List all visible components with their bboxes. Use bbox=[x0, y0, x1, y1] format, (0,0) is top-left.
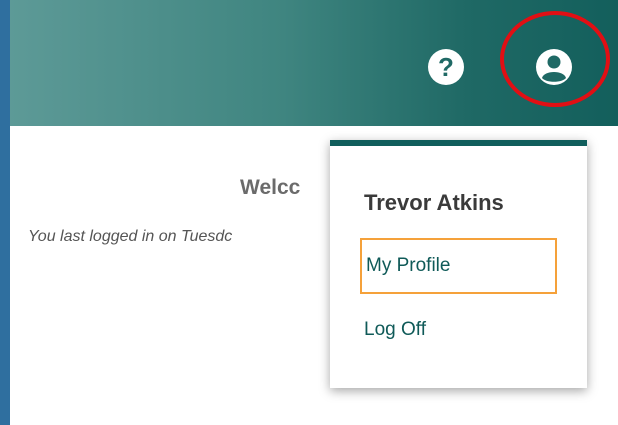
welcome-heading: Welcc bbox=[240, 176, 301, 199]
my-profile-link[interactable]: My Profile bbox=[360, 238, 557, 294]
app-frame: ? Welcc You last logged in on Tuesdc Tre… bbox=[10, 0, 618, 425]
last-login-text: You last logged in on Tuesdc bbox=[28, 228, 233, 245]
help-icon[interactable]: ? bbox=[428, 49, 464, 85]
account-circle-icon[interactable] bbox=[535, 48, 573, 86]
user-name: Trevor Atkins bbox=[364, 190, 504, 215]
log-off-link[interactable]: Log Off bbox=[364, 319, 426, 341]
user-menu-dropdown: Trevor Atkins My Profile Log Off bbox=[330, 140, 587, 388]
top-header-bar: ? bbox=[10, 0, 618, 126]
